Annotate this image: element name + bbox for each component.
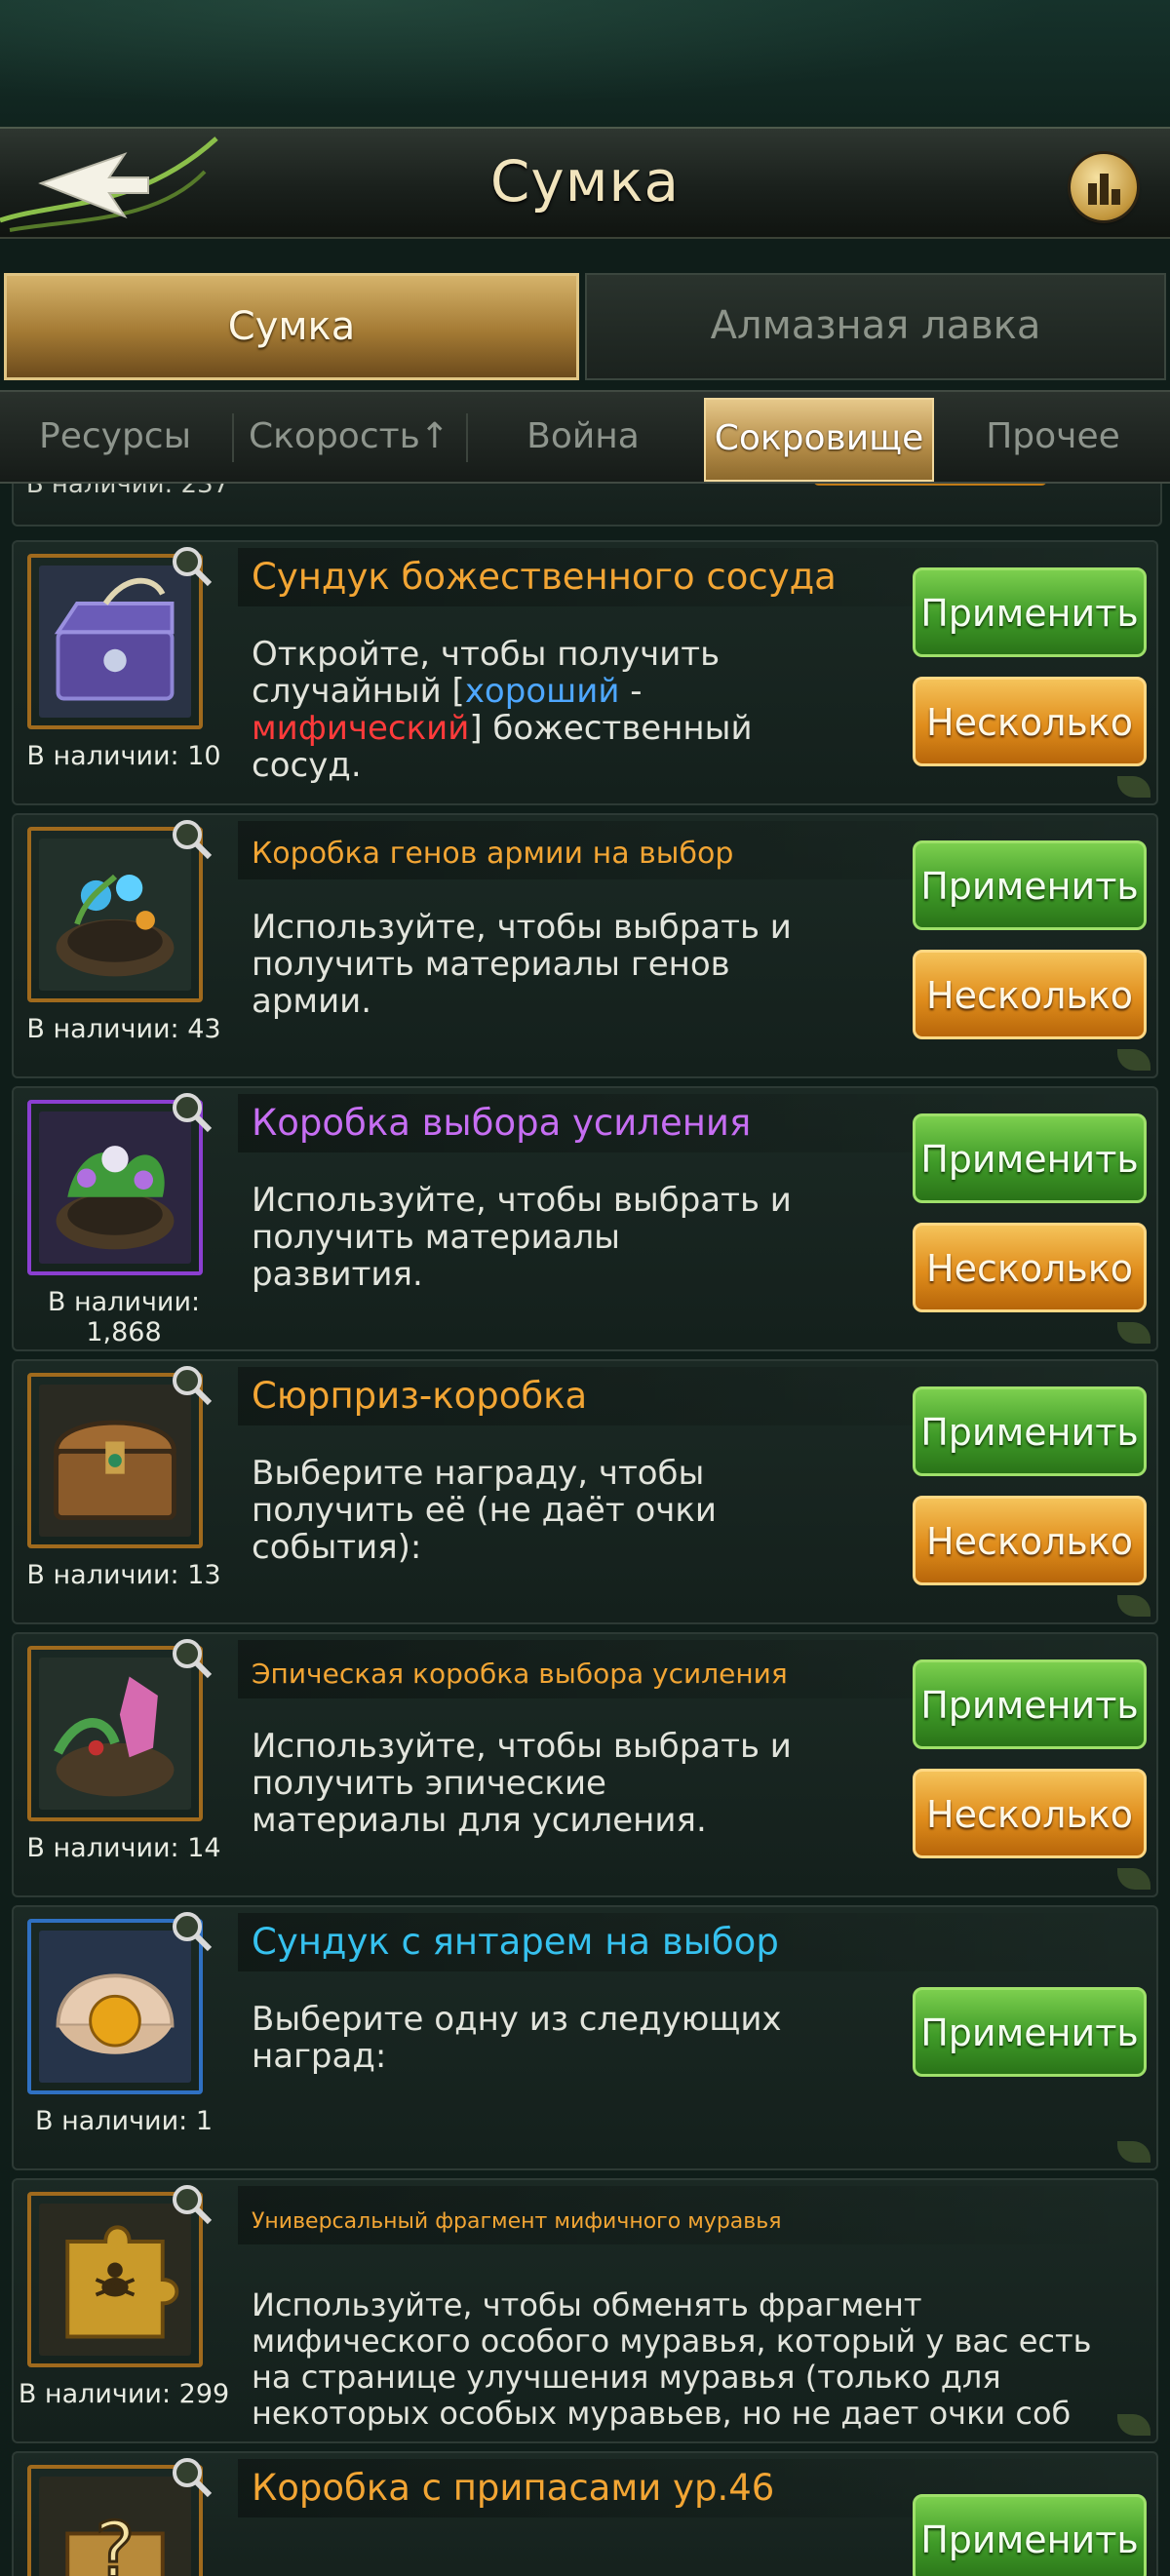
multiple-button-partial[interactable] — [813, 484, 1047, 486]
leaf-decoration — [1117, 2141, 1150, 2163]
list-item-partial: В наличии: 237 — [12, 484, 1162, 527]
list-item: В наличии: 1,868 Коробка выбора усиления… — [12, 1086, 1158, 1351]
multiple-button[interactable]: Несколько — [913, 677, 1147, 766]
apply-button[interactable]: Применить — [913, 1113, 1147, 1203]
magnifier-icon[interactable] — [170, 2455, 213, 2498]
main-tabs: Сумка Алмазная лавка — [0, 273, 1170, 380]
item-title: Сюрприз-коробка — [252, 1375, 588, 1417]
item-title: Сундук божественного сосуда — [252, 556, 837, 598]
item-stock: В наличии: 14 — [26, 1833, 221, 1863]
item-stock: В наличии: 299 — [18, 2379, 230, 2409]
item-stock: В наличии: 10 — [26, 741, 221, 771]
stats-button[interactable] — [1071, 154, 1137, 220]
item-title: Коробка с припасами ур.46 — [252, 2467, 775, 2509]
item-description: Используйте, чтобы обменять фрагмент миф… — [252, 2287, 1092, 2432]
apply-button[interactable]: Применить — [913, 1386, 1147, 1476]
magnifier-icon[interactable] — [170, 2182, 213, 2225]
multiple-button[interactable]: Несколько — [913, 950, 1147, 1039]
item-description: Используйте, чтобы выбрать и получить эп… — [252, 1727, 792, 1840]
item-description: Используйте, чтобы выбрать и получить ма… — [252, 1181, 792, 1294]
svg-text:?: ? — [95, 2507, 135, 2576]
item-title: Коробка генов армии на выбор — [252, 837, 734, 871]
enhancement-box-icon — [39, 1112, 191, 1264]
divine-vessel-chest-icon — [39, 566, 191, 718]
leaf-decoration — [1117, 1595, 1150, 1617]
item-stock: В наличии: 1 — [34, 2106, 213, 2136]
title-bar: Сумка — [0, 127, 1170, 239]
magnifier-icon[interactable] — [170, 544, 213, 587]
rarity-mythic-text: мифический — [252, 709, 470, 748]
amber-shell-icon — [39, 1931, 191, 2083]
list-item: В наличии: 14 Эпическая коробка выбора у… — [12, 1632, 1158, 1897]
magnifier-icon[interactable] — [170, 1909, 213, 1952]
item-list[interactable]: В наличии: 237 В наличии: 10 Сундук боже… — [0, 484, 1170, 2576]
list-item: В наличии: 13 Сюрприз-коробка Выберите н… — [12, 1359, 1158, 1624]
leaf-decoration — [1117, 1049, 1150, 1071]
desc-text: - — [619, 672, 643, 711]
item-stock: В наличии: 43 — [26, 1014, 221, 1044]
list-item: В наличии: 299 Универсальный фрагмент ми… — [12, 2178, 1158, 2443]
subtab-speed[interactable]: Скорость↑ — [234, 392, 464, 482]
list-item: В наличии: 1 Сундук с янтарем на выбор В… — [12, 1905, 1158, 2170]
surprise-chest-icon — [39, 1385, 191, 1537]
apply-button[interactable]: Применить — [913, 1987, 1147, 2077]
leaf-decoration — [1117, 1322, 1150, 1344]
magnifier-icon[interactable] — [170, 817, 213, 860]
item-stock: В наличии: 13 — [26, 1560, 221, 1590]
item-description: Выберите одну из следующих наград: — [252, 2000, 782, 2076]
apply-button[interactable]: Применить — [913, 2494, 1147, 2576]
item-description: Откройте, чтобы получить случайный [хоро… — [252, 636, 798, 784]
item-title: Универсальный фрагмент мифичного муравья — [252, 2209, 782, 2234]
item-title: Эпическая коробка выбора усиления — [252, 1658, 788, 1690]
leaf-decoration — [1117, 1868, 1150, 1890]
item-stock: В наличии: 1,868 — [47, 1287, 201, 1347]
list-item: В наличии: 43 Коробка генов армии на выб… — [12, 813, 1158, 1078]
page-title: Сумка — [489, 148, 681, 215]
magnifier-icon[interactable] — [170, 1636, 213, 1679]
item-title: Коробка выбора усиления — [252, 1102, 752, 1144]
army-gene-box-icon — [39, 839, 191, 991]
supply-box-icon: ? — [39, 2477, 191, 2576]
rarity-good-text: хороший — [464, 672, 620, 711]
subtab-war[interactable]: Война — [468, 392, 698, 482]
list-item: В наличии: 10 Сундук божественного сосуд… — [12, 540, 1158, 805]
item-description: Используйте, чтобы выбрать и получить ма… — [252, 908, 792, 1021]
subtab-resources[interactable]: Ресурсы — [0, 392, 230, 482]
apply-button[interactable]: Применить — [913, 567, 1147, 657]
item-stock: В наличии: 237 — [25, 484, 230, 499]
epic-enhancement-box-icon — [39, 1658, 191, 1810]
bar-chart-icon — [1088, 174, 1120, 205]
multiple-button[interactable]: Несколько — [913, 1769, 1147, 1858]
item-title: Сундук с янтарем на выбор — [252, 1921, 779, 1963]
apply-button[interactable]: Применить — [913, 840, 1147, 930]
subtab-other[interactable]: Прочее — [938, 392, 1168, 482]
subtab-treasure[interactable]: Сокровище — [704, 398, 934, 482]
tab-bag[interactable]: Сумка — [4, 273, 579, 380]
apply-button[interactable]: Применить — [913, 1659, 1147, 1749]
top-background — [0, 0, 1170, 127]
sub-tabs: Ресурсы Скорость↑ Война Сокровище Прочее — [0, 390, 1170, 484]
magnifier-icon[interactable] — [170, 1363, 213, 1406]
tab-diamond-shop[interactable]: Алмазная лавка — [585, 273, 1166, 380]
list-item: ? Коробка с припасами ур.46 Применить — [12, 2451, 1158, 2576]
magnifier-icon[interactable] — [170, 1090, 213, 1133]
multiple-button[interactable]: Несколько — [913, 1223, 1147, 1312]
item-description: Выберите награду, чтобы получить её (не … — [252, 1454, 717, 1567]
multiple-button[interactable]: Несколько — [913, 1496, 1147, 1585]
leaf-decoration — [1117, 776, 1150, 798]
mythic-ant-fragment-icon — [39, 2204, 191, 2356]
